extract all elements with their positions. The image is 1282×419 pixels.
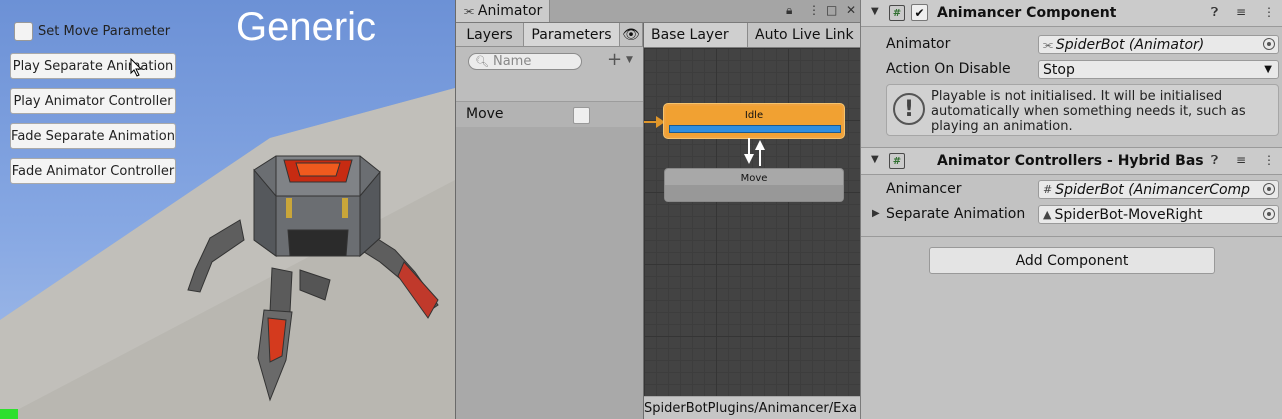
object-picker-icon[interactable] — [1263, 38, 1275, 50]
action-on-disable-dropdown[interactable]: Stop ▼ — [1038, 60, 1279, 79]
animancer-label: Animancer — [886, 181, 962, 197]
layer-breadcrumb-bar: Base Layer Auto Live Link — [644, 23, 861, 48]
separate-animation-object-field[interactable]: ▲ SpiderBot-MoveRight — [1038, 205, 1279, 224]
set-move-parameter-toggle[interactable]: Set Move Parameter — [14, 22, 170, 41]
animator-object-field[interactable]: ⫘ SpiderBot (Animator) — [1038, 35, 1279, 54]
game-view: Generic Set Move Parameter Play Separate… — [0, 0, 455, 419]
fade-separate-animation-button[interactable]: Fade Separate Animation — [10, 123, 176, 149]
controller-path: SpiderBotPlugins/Animancer/Exa — [644, 397, 861, 419]
chevron-down-icon[interactable]: ▼ — [626, 55, 633, 65]
presets-icon[interactable]: ≡ — [1236, 5, 1246, 19]
parameters-pane: Layers Parameters 👁︎ 🔍︎ Name + ▼ Move — [456, 23, 644, 419]
state-graph[interactable]: Idle Move — [644, 48, 861, 396]
animator-window: ⫘ Animator 🔒︎ ⋮ □ ✕ Layers Parameters 👁︎… — [455, 0, 861, 419]
script-icon: # — [889, 5, 905, 21]
status-indicator — [0, 409, 18, 419]
initialisation-help-box: ! Playable is not initialised. It will b… — [886, 84, 1279, 136]
foldout-expanded-icon[interactable]: ▼ — [871, 154, 879, 165]
action-on-disable-value: Stop — [1043, 61, 1075, 78]
animator-value: SpiderBot (Animator) — [1055, 36, 1205, 53]
state-progress-bar — [669, 125, 841, 133]
state-name: Move — [740, 173, 768, 184]
close-icon[interactable]: ✕ — [846, 3, 856, 17]
divider — [861, 236, 1282, 237]
state-node-idle[interactable]: Idle — [664, 104, 844, 138]
auto-live-link-toggle[interactable]: Auto Live Link — [748, 23, 861, 47]
separate-animation-label: Separate Animation — [886, 206, 1026, 222]
lock-icon[interactable]: 🔒︎ — [786, 3, 792, 18]
tab-parameters[interactable]: Parameters — [524, 23, 620, 46]
menu-icon[interactable]: ⋮ — [808, 3, 820, 17]
component-enabled-checkbox[interactable]: ✔ — [911, 4, 928, 21]
search-placeholder: Name — [492, 54, 532, 69]
fade-animator-controller-button[interactable]: Fade Animator Controller — [10, 158, 176, 184]
animancer-component-header[interactable]: ▼ # ✔ Animancer Component ❓︎ ≡ ⋮ — [861, 0, 1282, 27]
script-icon: # — [1043, 183, 1053, 196]
presets-icon[interactable]: ≡ — [1236, 153, 1246, 167]
animancer-value: SpiderBot (AnimancerComp — [1055, 181, 1251, 198]
mouse-cursor-icon — [130, 58, 143, 77]
component-title: Animator Controllers - Hybrid Basi — [937, 153, 1203, 169]
component-menu-icon[interactable]: ⋮ — [1263, 153, 1275, 167]
action-on-disable-label: Action On Disable — [886, 61, 1011, 77]
parameter-bool-checkbox[interactable] — [573, 107, 590, 124]
inspector-panel: ▼ # ✔ Animancer Component ❓︎ ≡ ⋮ Animato… — [860, 0, 1282, 419]
play-animator-controller-button[interactable]: Play Animator Controller — [10, 88, 176, 114]
tab-layers[interactable]: Layers — [456, 23, 524, 46]
animancer-object-field[interactable]: # SpiderBot (AnimancerComp — [1038, 180, 1279, 199]
foldout-expanded-icon[interactable]: ▼ — [871, 6, 879, 17]
checkbox-icon[interactable] — [14, 22, 33, 41]
separate-animation-value: SpiderBot-MoveRight — [1054, 206, 1203, 223]
add-parameter-icon[interactable]: + — [607, 49, 622, 70]
animator-tab-label: Animator — [477, 3, 543, 19]
state-node-move[interactable]: Move — [664, 168, 844, 202]
parameter-search-input[interactable]: 🔍︎ Name — [468, 53, 582, 70]
eye-icon[interactable]: 👁︎ — [620, 23, 643, 46]
scene-title: Generic — [236, 5, 377, 49]
entry-transition-arrow — [644, 116, 665, 128]
tab-base-layer[interactable]: Base Layer — [644, 23, 748, 47]
object-picker-icon[interactable] — [1263, 208, 1275, 220]
component-menu-icon[interactable]: ⋮ — [1263, 5, 1275, 19]
animator-titlebar: ⫘ Animator 🔒︎ ⋮ □ ✕ — [456, 0, 861, 23]
help-message: Playable is not initialised. It will be … — [931, 89, 1246, 134]
parameter-name: Move — [466, 106, 504, 122]
set-move-parameter-label: Set Move Parameter — [38, 24, 171, 39]
animator-icon: ⫘ — [464, 4, 474, 17]
help-icon[interactable]: ❓︎ — [1211, 153, 1218, 168]
animator-window-tab[interactable]: ⫘ Animator — [456, 0, 550, 22]
add-component-button[interactable]: Add Component — [929, 247, 1215, 274]
search-icon: 🔍︎ — [475, 55, 489, 68]
play-separate-animation-button[interactable]: Play Separate Animation — [10, 53, 176, 79]
parameter-list-empty — [456, 127, 643, 419]
transition-arrows[interactable] — [740, 138, 770, 168]
parameter-row-move[interactable]: Move — [456, 101, 643, 129]
warning-icon: ! — [893, 93, 925, 125]
chevron-down-icon: ▼ — [1264, 64, 1272, 75]
component-title: Animancer Component — [937, 5, 1117, 21]
help-icon[interactable]: ❓︎ — [1211, 5, 1218, 20]
script-icon: # — [889, 153, 905, 169]
object-picker-icon[interactable] — [1263, 183, 1275, 195]
animator-label: Animator — [886, 36, 951, 52]
animation-clip-icon: ▲ — [1043, 208, 1052, 221]
animator-icon: ⫘ — [1043, 37, 1053, 51]
maximize-icon[interactable]: □ — [826, 3, 837, 17]
foldout-collapsed-icon[interactable]: ▶ — [872, 208, 880, 219]
hybrid-basics-component-header[interactable]: ▼ # Animator Controllers - Hybrid Basi ❓… — [861, 147, 1282, 175]
